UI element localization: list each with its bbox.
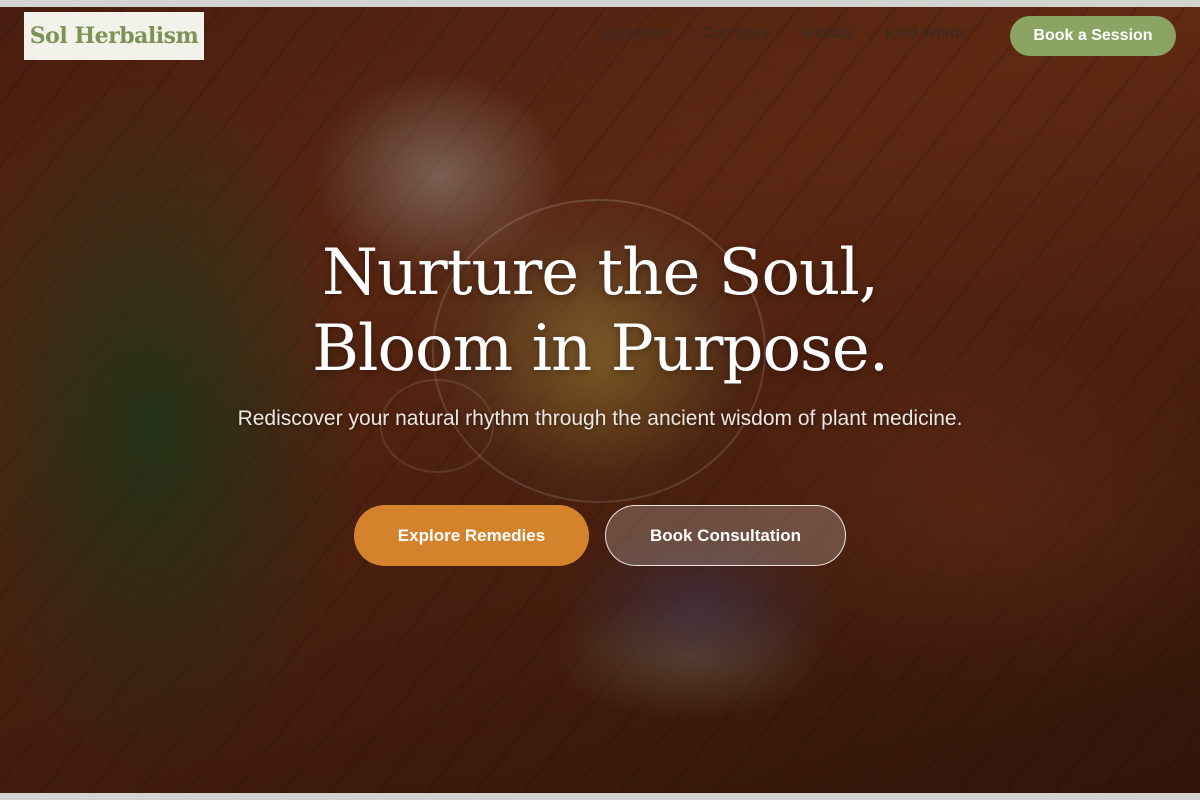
hero-title: Nurture the Soul, Bloom in Purpose. [0, 235, 1200, 387]
explore-remedies-button[interactable]: Explore Remedies [354, 505, 589, 566]
hero-title-line-1: Nurture the Soul, [321, 236, 879, 310]
hero-subtitle: Rediscover your natural rhythm through t… [237, 407, 963, 430]
nav-link-rituals[interactable]: Rituals [803, 25, 852, 43]
book-consultation-button[interactable]: Book Consultation [605, 505, 846, 566]
nav-link-our-story[interactable]: Our Story [702, 25, 770, 43]
top-navigation: Sol Herbalism Expertise Our Story Ritual… [0, 7, 1200, 67]
page-frame: Sol Herbalism Expertise Our Story Ritual… [0, 7, 1200, 793]
nav-link-expertise[interactable]: Expertise [602, 25, 669, 43]
hero-title-line-2: Bloom in Purpose. [311, 312, 889, 386]
hero-overlay [0, 7, 1200, 793]
brand-logo[interactable]: Sol Herbalism [24, 12, 204, 60]
nav-links: Expertise Our Story Rituals Kind Words [602, 25, 967, 43]
nav-link-kind-words[interactable]: Kind Words [885, 25, 967, 43]
book-session-button[interactable]: Book a Session [1010, 16, 1176, 56]
